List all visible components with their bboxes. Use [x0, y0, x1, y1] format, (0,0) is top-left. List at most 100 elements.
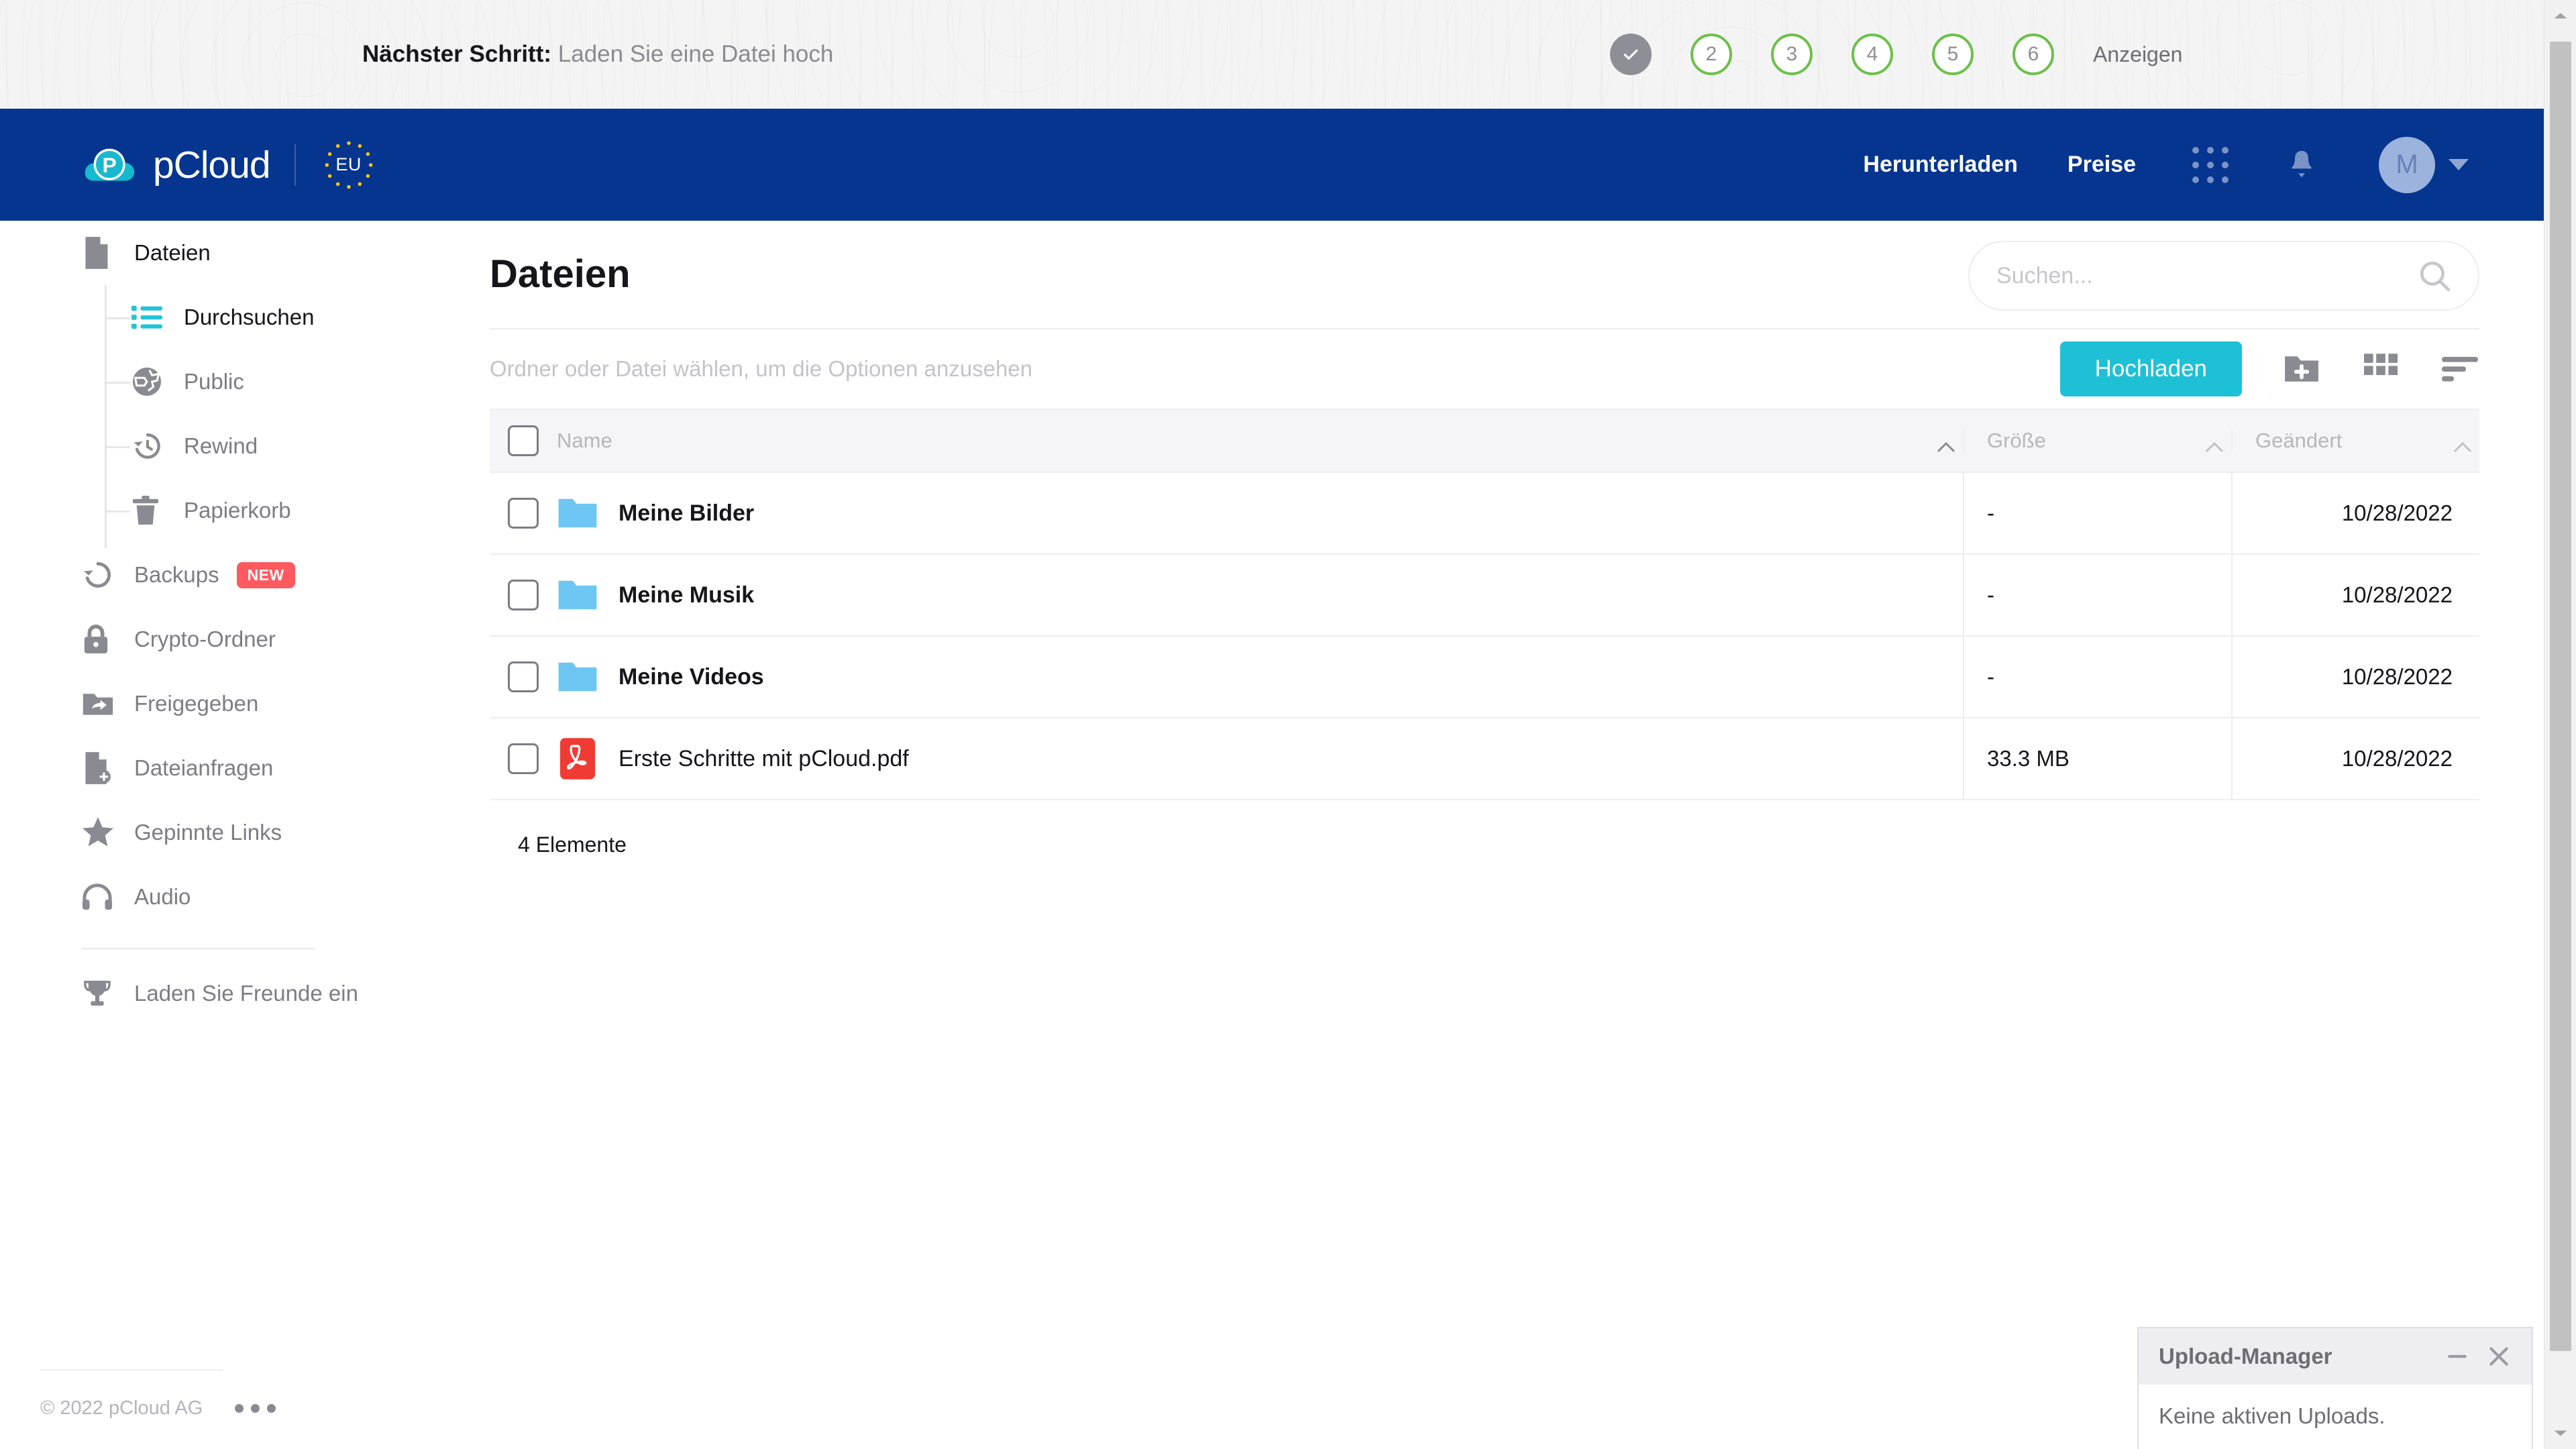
column-header-name[interactable]: Name [557, 429, 1963, 453]
file-icon [82, 235, 118, 270]
brand-divider [294, 144, 296, 186]
toolbar-hint: Ordner oder Datei wählen, um die Optione… [490, 356, 1032, 381]
folder-icon [557, 492, 598, 534]
sidebar-item-gepinnte-links[interactable]: Gepinnte Links [0, 800, 470, 865]
sidebar-footer: © 2022 pCloud AG [0, 1369, 470, 1449]
sidebar-item-durchsuchen[interactable]: Durchsuchen [0, 285, 470, 350]
select-all-checkbox[interactable] [508, 425, 539, 456]
headphones-icon [82, 882, 118, 912]
step-indicator-3[interactable]: 3 [1771, 34, 1813, 75]
row-name: Erste Schritte mit pCloud.pdf [619, 745, 909, 771]
sidebar-item-label: Backups [134, 562, 219, 587]
sidebar-item-papierkorb[interactable]: Papierkorb [0, 478, 470, 543]
page-title: Dateien [490, 252, 631, 296]
column-header-label: Name [557, 429, 612, 452]
notifications-bell-icon[interactable] [2286, 148, 2317, 182]
sidebar-item-label: Freigegeben [134, 691, 259, 716]
row-checkbox[interactable] [508, 743, 539, 774]
top-navigation: Herunterladen Preise M [1813, 136, 2469, 193]
user-menu[interactable]: M [2379, 136, 2469, 193]
eu-badge-label: EU [335, 154, 362, 174]
scrollbar-thumb[interactable] [2550, 42, 2571, 1351]
step-indicator-5[interactable]: 5 [1932, 34, 1974, 75]
sidebar-item-crypto-ordner[interactable]: Crypto-Ordner [0, 607, 470, 672]
scroll-up-arrow-icon[interactable] [2544, 0, 2576, 32]
main-content: Dateien Suchen... Ordner oder Datei wähl… [470, 221, 2544, 1449]
sidebar-item-label: Laden Sie Freunde ein [134, 981, 358, 1006]
row-size: 33.3 MB [1963, 718, 2231, 800]
onboarding-steps: 2 3 4 5 6 Anzeigen [1610, 34, 2182, 75]
step-indicator-6[interactable]: 6 [2012, 34, 2054, 75]
sidebar-item-public[interactable]: Public [0, 350, 470, 414]
minimize-icon[interactable] [2442, 1341, 2473, 1372]
sidebar-item-label: Dateien [134, 240, 211, 265]
step-indicator-4[interactable]: 4 [1851, 34, 1893, 75]
pcloud-logo-icon: P [82, 137, 138, 193]
row-checkbox[interactable] [508, 661, 539, 692]
tree-branch [105, 317, 130, 319]
chevron-up-icon [2204, 435, 2224, 453]
column-header-modified[interactable]: Geändert [2231, 429, 2479, 453]
rewind-clock-icon [131, 431, 168, 462]
row-checkbox[interactable] [508, 498, 539, 529]
avatar[interactable]: M [2379, 136, 2435, 193]
table-row[interactable]: Meine Musik - 10/28/2022 [490, 554, 2479, 637]
star-icon [82, 817, 118, 848]
nav-download-link[interactable]: Herunterladen [1863, 152, 2018, 178]
search-input[interactable]: Suchen... [1968, 241, 2479, 311]
row-size: - [1963, 636, 2231, 718]
row-select-cell [490, 580, 557, 610]
file-request-icon [82, 751, 118, 786]
sidebar-item-label: Gepinnte Links [134, 820, 282, 845]
sidebar-item-backups[interactable]: Backups NEW [0, 543, 470, 607]
table-row[interactable]: Meine Bilder - 10/28/2022 [490, 472, 2479, 555]
check-icon [1623, 49, 1638, 60]
new-folder-icon[interactable] [2282, 350, 2321, 388]
row-size: - [1963, 472, 2231, 554]
table-row[interactable]: Erste Schritte mit pCloud.pdf 33.3 MB 10… [490, 718, 2479, 800]
step-indicator-2[interactable]: 2 [1690, 34, 1732, 75]
sidebar-item-freigegeben[interactable]: Freigegeben [0, 672, 470, 736]
search-icon[interactable] [2418, 259, 2451, 292]
sidebar-item-invite-friends[interactable]: Laden Sie Freunde ein [0, 961, 470, 1026]
column-header-label: Geändert [2255, 429, 2343, 452]
sidebar-item-label: Papierkorb [184, 498, 291, 523]
grid-view-icon[interactable] [2361, 350, 2400, 388]
chevron-up-icon [2453, 435, 2473, 453]
tree-branch [105, 382, 130, 384]
row-checkbox[interactable] [508, 580, 539, 610]
nav-pricing-link[interactable]: Preise [2068, 152, 2136, 178]
trophy-icon [82, 978, 118, 1009]
apps-grid-icon[interactable] [2192, 146, 2229, 183]
close-icon[interactable] [2483, 1341, 2514, 1372]
row-modified: 10/28/2022 [2231, 554, 2479, 636]
tree-branch [105, 446, 130, 448]
upload-manager-header: Upload-Manager [2139, 1328, 2532, 1385]
column-header-size[interactable]: Größe [1963, 429, 2231, 453]
sort-icon[interactable] [2440, 350, 2479, 388]
sidebar-divider [82, 948, 315, 949]
brand-logo[interactable]: P pCloud EU [82, 136, 378, 194]
scroll-down-arrow-icon[interactable] [2544, 1417, 2576, 1449]
sidebar: Dateien Durchsuchen Public Rewind Papier… [0, 221, 470, 1449]
row-name-cell: Meine Bilder [557, 492, 1963, 534]
lock-icon [82, 624, 118, 655]
sidebar-item-audio[interactable]: Audio [0, 865, 470, 929]
row-name-cell: Meine Musik [557, 574, 1963, 616]
row-select-cell [490, 743, 557, 774]
upload-manager-title: Upload-Manager [2159, 1344, 2332, 1368]
scrollbar[interactable] [2544, 0, 2576, 1449]
sidebar-item-rewind[interactable]: Rewind [0, 414, 470, 478]
chevron-down-icon[interactable] [2449, 159, 2469, 170]
sidebar-item-dateien[interactable]: Dateien [0, 221, 470, 285]
ellipsis-icon[interactable] [235, 1404, 276, 1413]
rewind-icon [82, 559, 118, 590]
table-header-row: Name Größe Geändert [490, 409, 2479, 473]
sidebar-item-dateianfragen[interactable]: Dateianfragen [0, 736, 470, 800]
copyright-text: © 2022 pCloud AG [40, 1397, 203, 1419]
folder-icon [557, 656, 598, 698]
table-row[interactable]: Meine Videos - 10/28/2022 [490, 636, 2479, 718]
onboarding-view-link[interactable]: Anzeigen [2093, 42, 2182, 67]
step-indicator-1-done[interactable] [1610, 34, 1652, 75]
upload-button[interactable]: Hochladen [2059, 341, 2242, 396]
